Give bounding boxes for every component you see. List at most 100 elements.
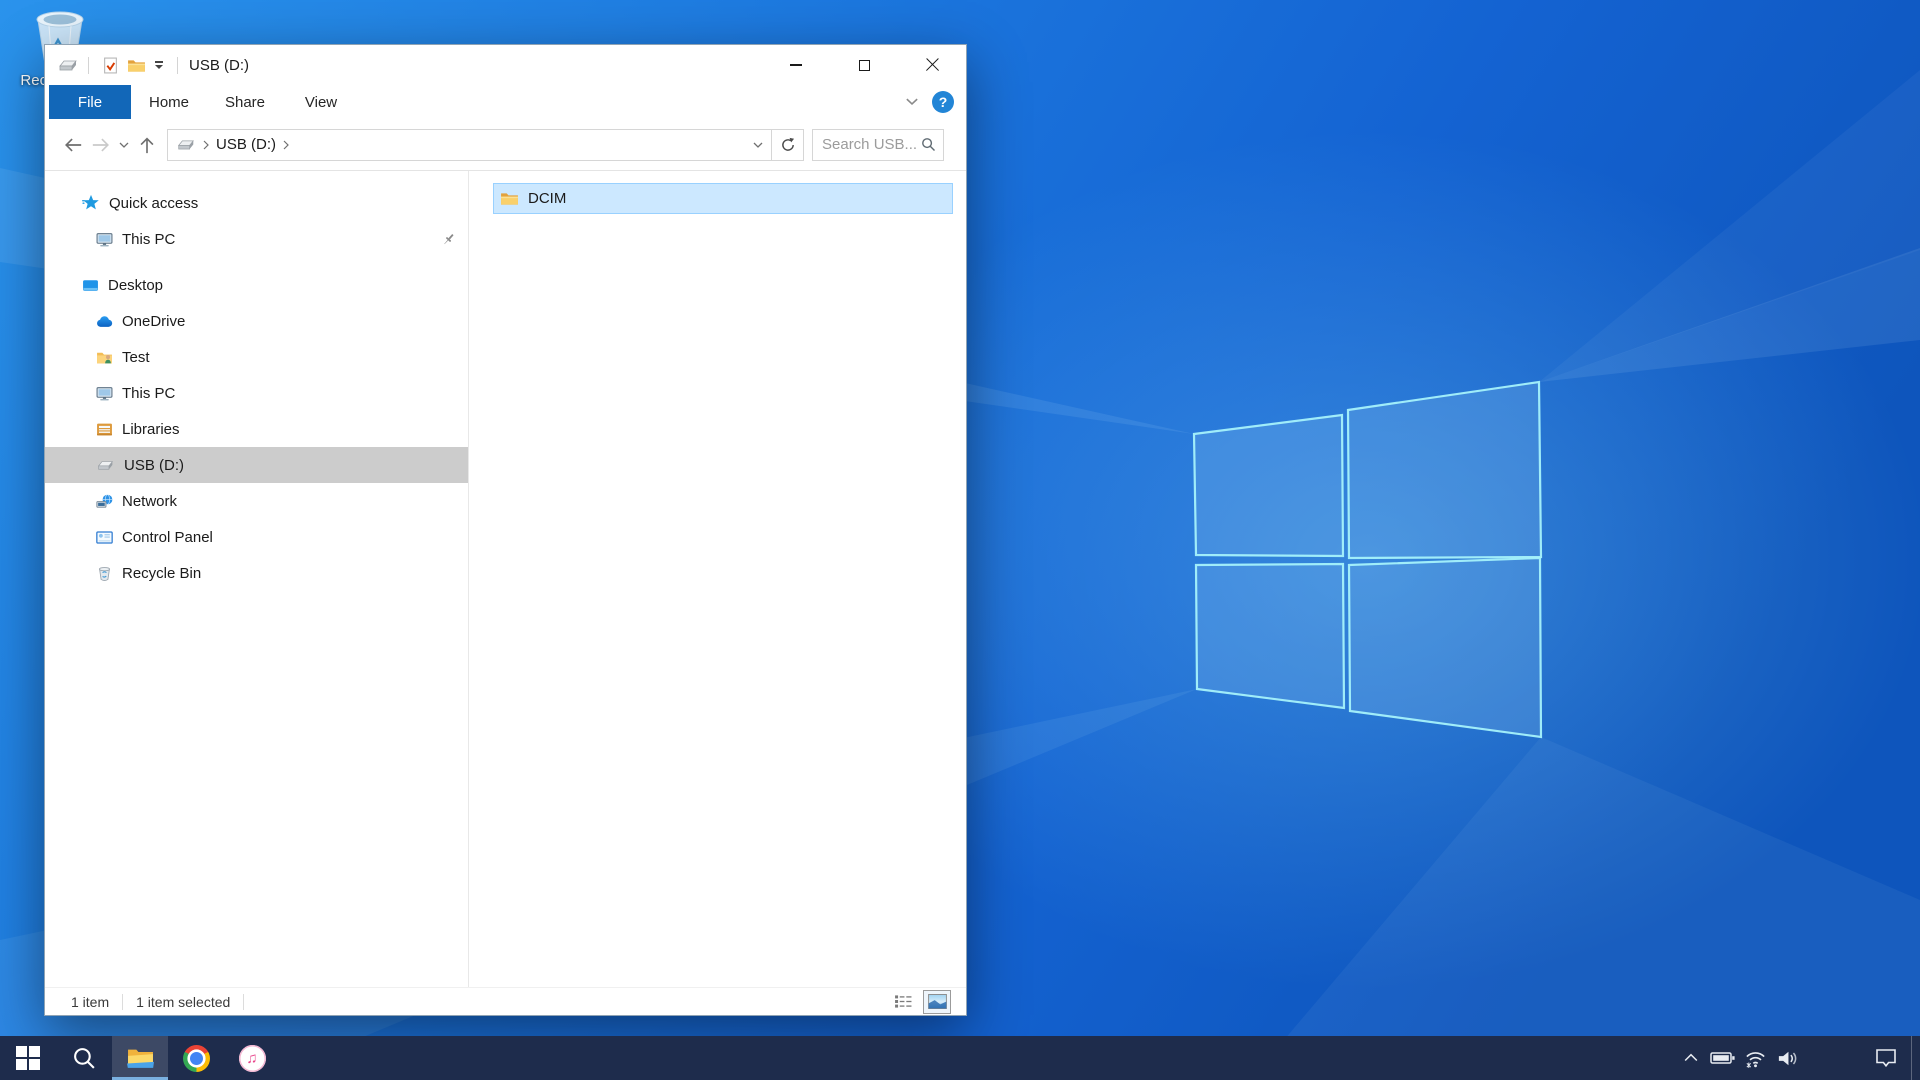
tab-home[interactable]: Home [131, 85, 207, 119]
qat-new-folder-button[interactable] [123, 51, 150, 79]
thumbnail-view-icon [928, 994, 947, 1009]
sidebar-item-quick-access[interactable]: Quick access [45, 185, 468, 221]
libraries-icon [96, 421, 113, 438]
desktop: Recycle Bin USB (D:) [0, 0, 1920, 1080]
expand-ribbon-chevron-icon[interactable] [905, 98, 919, 106]
start-button[interactable] [0, 1036, 56, 1080]
chrome-icon [183, 1045, 210, 1072]
taskbar-chrome-button[interactable] [168, 1036, 224, 1080]
address-dropdown-chevron-icon[interactable] [753, 142, 763, 148]
refresh-button[interactable] [772, 129, 804, 161]
this-pc-icon [96, 231, 113, 248]
taskbar: ♫ [0, 1036, 1920, 1080]
details-view-button[interactable] [890, 991, 916, 1013]
control-panel-icon [96, 529, 113, 546]
chevron-down-icon [119, 142, 129, 148]
qat-customize-button[interactable] [150, 61, 168, 68]
back-button[interactable] [59, 129, 87, 161]
customize-toolbar-icon [155, 61, 163, 62]
tab-share[interactable]: Share [207, 85, 283, 119]
tab-view[interactable]: View [283, 85, 359, 119]
file-explorer-icon [127, 1047, 154, 1070]
desktop-monitor-icon [82, 277, 99, 294]
up-arrow-icon [137, 135, 157, 155]
divider [177, 57, 178, 74]
divider [88, 57, 89, 74]
ribbon-tabs: File Home Share View ? [45, 85, 966, 119]
itunes-icon: ♫ [239, 1045, 266, 1072]
back-arrow-icon [63, 135, 83, 155]
usb-drive-icon [176, 138, 196, 151]
up-button[interactable] [133, 129, 161, 161]
sidebar-item-recycle-bin[interactable]: Recycle Bin [45, 555, 468, 591]
breadcrumb-chevron-icon[interactable] [283, 140, 289, 150]
breadcrumb[interactable]: USB (D:) [216, 136, 276, 153]
search-icon[interactable] [921, 137, 936, 152]
battery-icon [1710, 1049, 1736, 1067]
forward-arrow-icon [91, 135, 111, 155]
sidebar-item-onedrive[interactable]: OneDrive [45, 303, 468, 339]
taskbar-search-button[interactable] [56, 1036, 112, 1080]
search-box[interactable] [812, 129, 944, 161]
network-icon [96, 493, 113, 510]
sidebar-item-network[interactable]: Network [45, 483, 468, 519]
maximize-button[interactable] [830, 45, 898, 85]
network-status[interactable] [1739, 1036, 1771, 1080]
action-center-button[interactable] [1861, 1036, 1911, 1080]
breadcrumb-chevron-icon [203, 140, 209, 150]
sidebar-item-desktop[interactable]: Desktop [45, 267, 468, 303]
onedrive-cloud-icon [96, 314, 113, 329]
taskbar-file-explorer-button[interactable] [112, 1036, 168, 1080]
close-button[interactable] [898, 45, 966, 85]
divider [243, 994, 244, 1010]
navigation-pane: Quick access This PC Desktop OneDrive [45, 171, 468, 987]
this-pc-icon [96, 385, 113, 402]
volume-status[interactable] [1771, 1036, 1803, 1080]
help-button[interactable]: ? [932, 91, 954, 113]
address-bar[interactable]: USB (D:) [167, 129, 772, 161]
forward-button[interactable] [87, 129, 115, 161]
navigation-bar: USB (D:) [45, 119, 966, 171]
action-center-icon [1874, 1047, 1898, 1069]
properties-icon [102, 57, 119, 74]
system-tray [1675, 1036, 1920, 1080]
search-input[interactable] [822, 136, 921, 153]
qat-properties-button[interactable] [98, 51, 123, 79]
window-title: USB (D:) [189, 57, 249, 74]
tab-file[interactable]: File [49, 85, 131, 119]
battery-status[interactable] [1707, 1036, 1739, 1080]
selection-count: 1 item selected [136, 994, 230, 1010]
details-view-icon [894, 994, 913, 1009]
large-icons-view-button[interactable] [924, 991, 950, 1013]
recent-locations-button[interactable] [115, 129, 133, 161]
sidebar-item-this-pc-pinned[interactable]: This PC [45, 221, 468, 257]
sidebar-item-this-pc[interactable]: This PC [45, 375, 468, 411]
refresh-icon [780, 137, 796, 153]
sidebar-item-usb-d[interactable]: USB (D:) [45, 447, 468, 483]
new-folder-icon [127, 58, 146, 73]
title-bar[interactable]: USB (D:) [45, 45, 966, 85]
minimize-button[interactable] [762, 45, 830, 85]
divider [122, 994, 123, 1010]
speaker-icon [1776, 1047, 1799, 1070]
minimize-icon [790, 64, 802, 65]
show-hidden-icons-button[interactable] [1675, 1036, 1707, 1080]
pin-icon [441, 232, 456, 247]
show-desktop-button[interactable] [1911, 1036, 1920, 1080]
file-explorer-window: USB (D:) File Home Share View ? [44, 44, 967, 1016]
file-item-dcim[interactable]: DCIM [493, 183, 953, 214]
sidebar-item-test[interactable]: Test [45, 339, 468, 375]
sidebar-item-control-panel[interactable]: Control Panel [45, 519, 468, 555]
wifi-icon [1744, 1047, 1767, 1070]
user-folder-icon [96, 349, 113, 366]
usb-drive-icon [96, 459, 115, 471]
status-bar: 1 item 1 item selected [45, 987, 966, 1015]
recycle-bin-icon [96, 565, 113, 582]
search-icon [72, 1046, 97, 1071]
taskbar-itunes-button[interactable]: ♫ [224, 1036, 280, 1080]
file-list-pane[interactable]: DCIM [468, 171, 966, 987]
window-usb-drive-icon [57, 58, 79, 72]
sidebar-item-libraries[interactable]: Libraries [45, 411, 468, 447]
folder-icon [500, 191, 519, 206]
quick-access-star-icon [82, 194, 100, 212]
